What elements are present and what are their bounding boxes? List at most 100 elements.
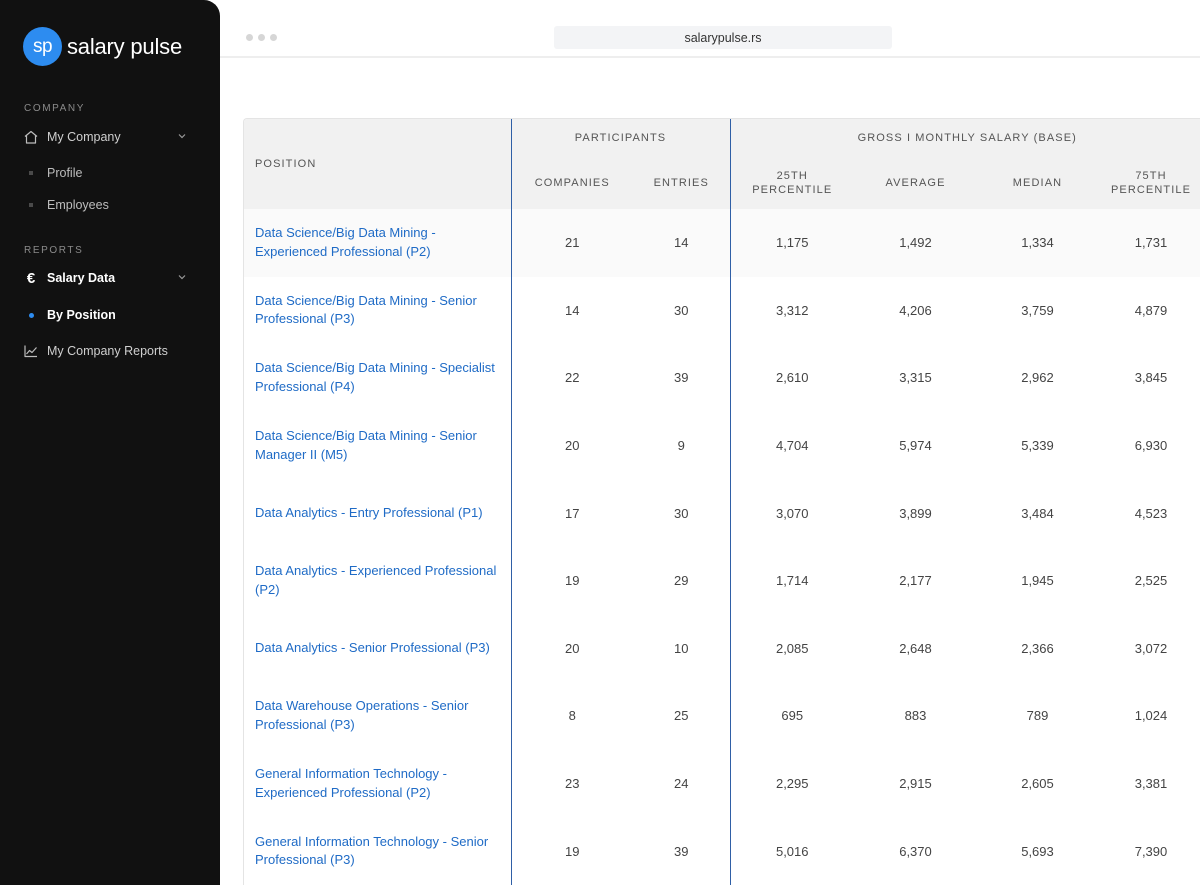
header-average[interactable]: AVERAGE [854, 156, 977, 209]
table-row: Data Science/Big Data Mining - Specialis… [244, 344, 1200, 412]
header-p25[interactable]: 25TH PERCENTILE [730, 156, 854, 209]
cell-p25: 2,610 [775, 370, 809, 386]
window-controls [246, 34, 277, 41]
header-companies[interactable]: COMPANIES [511, 156, 633, 209]
header-p75[interactable]: 75TH PERCENTILE [1098, 156, 1200, 209]
header-p25-line2: PERCENTILE [752, 183, 833, 196]
cell-median: 2,605 [1021, 776, 1054, 792]
cell-average: 5,974 [899, 438, 932, 454]
cell-average: 3,315 [899, 370, 932, 386]
cell-companies: 19 [565, 843, 580, 859]
position-link[interactable]: Data Analytics - Senior Professional (P3… [244, 614, 512, 683]
cell-companies: 20 [565, 438, 580, 454]
position-link[interactable]: Data Science/Big Data Mining - Specialis… [244, 344, 512, 412]
cell-average: 883 [904, 708, 927, 724]
cell-p75: 4,879 [1134, 302, 1168, 318]
table-row: Data Science/Big Data Mining - Senior Ma… [244, 411, 1200, 480]
nav-profile-label: Profile [47, 166, 83, 180]
nav-profile[interactable]: Profile [22, 164, 192, 182]
bullet-icon [22, 171, 40, 175]
cell-companies: 23 [565, 776, 580, 792]
table-row: Data Warehouse Operations - Senior Profe… [244, 682, 1200, 750]
position-link[interactable]: Data Warehouse Operations - Senior Profe… [244, 682, 512, 750]
table-row: Data Analytics - Senior Professional (P3… [244, 614, 1200, 683]
brand-logo: sp [23, 27, 62, 66]
nav-my-company-label: My Company [47, 130, 121, 144]
cell-p75: 3,381 [1134, 776, 1168, 792]
table-row: Data Science/Big Data Mining - Senior Pr… [244, 276, 1200, 345]
window-dot-icon[interactable] [270, 34, 277, 41]
home-icon [22, 128, 40, 146]
cell-p25: 695 [781, 708, 804, 724]
cell-entries: 9 [633, 411, 731, 480]
table-row: Data Science/Big Data Mining - Experienc… [244, 209, 1200, 277]
position-link[interactable]: Data Science/Big Data Mining - Senior Ma… [244, 411, 512, 480]
header-salary-group: GROSS I MONTHLY SALARY (BASE) [730, 119, 1200, 156]
window-dot-icon[interactable] [258, 34, 265, 41]
cell-median: 2,366 [1021, 640, 1054, 656]
address-bar[interactable]: salarypulse.rs [554, 26, 892, 49]
cell-p75: 1,024 [1134, 708, 1168, 724]
active-dot-icon [22, 312, 40, 318]
section-label-company: COMPANY [24, 103, 86, 114]
position-link[interactable]: General Information Technology - Senior … [244, 817, 512, 885]
nav-salary-data[interactable]: € Salary Data [22, 268, 192, 288]
cell-p25: 1,175 [730, 209, 854, 277]
cell-p25: 5,016 [775, 843, 809, 859]
table-row: General Information Technology - Experie… [244, 749, 1200, 818]
header-p25-line1: 25TH [776, 169, 808, 182]
nav-company-reports[interactable]: My Company Reports [22, 341, 192, 361]
cell-entries: 14 [633, 209, 731, 277]
cell-p25: 4,704 [775, 438, 809, 454]
cell-companies: 21 [511, 209, 633, 277]
salary-table: POSITION PARTICIPANTS GROSS I MONTHLY SA… [244, 119, 1200, 885]
nav-my-company[interactable]: My Company [22, 127, 192, 147]
nav-by-position[interactable]: By Position [22, 306, 192, 324]
cell-average: 4,206 [899, 302, 932, 318]
cell-companies: 20 [565, 640, 580, 656]
cell-p25: 3,070 [775, 505, 809, 521]
cell-p25: 1,714 [775, 573, 809, 589]
cell-p75: 6,930 [1134, 438, 1168, 454]
nav-company-reports-label: My Company Reports [47, 344, 168, 358]
cell-entries: 39 [633, 817, 731, 885]
cell-companies: 17 [565, 505, 580, 521]
nav-salary-data-label: Salary Data [47, 271, 116, 285]
cell-p25: 2,295 [775, 776, 809, 792]
header-entries[interactable]: ENTRIES [633, 156, 731, 209]
chevron-down-icon[interactable] [176, 271, 188, 286]
position-link[interactable]: Data Analytics - Entry Professional (P1) [244, 479, 512, 547]
nav-employees[interactable]: Employees [22, 196, 192, 214]
table-row: General Information Technology - Senior … [244, 817, 1200, 885]
cell-median: 789 [1026, 708, 1049, 724]
cell-companies: 19 [565, 573, 580, 589]
section-label-reports: REPORTS [24, 245, 84, 256]
cell-average: 2,915 [899, 776, 932, 792]
window-dot-icon[interactable] [246, 34, 253, 41]
table-row: Data Analytics - Experienced Professiona… [244, 546, 1200, 615]
cell-companies: 22 [565, 370, 580, 386]
cell-average: 1,492 [854, 209, 977, 277]
cell-median: 1,945 [1021, 573, 1054, 589]
cell-median: 3,759 [1021, 302, 1054, 318]
header-median[interactable]: MEDIAN [977, 156, 1098, 209]
header-participants: PARTICIPANTS [511, 119, 731, 156]
euro-icon: € [26, 269, 36, 287]
header-p75-line1: 75TH [1135, 169, 1167, 182]
chevron-down-icon[interactable] [176, 130, 188, 145]
position-link[interactable]: Data Science/Big Data Mining - Experienc… [244, 209, 512, 277]
browser-bar: salarypulse.rs [220, 0, 1200, 58]
cell-entries: 30 [633, 479, 731, 547]
position-link[interactable]: Data Science/Big Data Mining - Senior Pr… [244, 276, 512, 345]
brand[interactable]: sp salary pulse [23, 27, 182, 66]
sidebar: sp salary pulse COMPANY My Company Profi… [0, 0, 220, 885]
cell-p25: 2,085 [775, 640, 809, 656]
table-row: Data Analytics - Entry Professional (P1)… [244, 479, 1200, 547]
cell-average: 2,177 [899, 573, 932, 589]
position-link[interactable]: Data Analytics - Experienced Professiona… [244, 546, 512, 615]
position-link[interactable]: General Information Technology - Experie… [244, 749, 512, 818]
cell-median: 1,334 [977, 209, 1098, 277]
cell-p25: 3,312 [775, 302, 809, 318]
cell-companies: 8 [568, 708, 576, 724]
header-position[interactable]: POSITION [244, 119, 512, 209]
